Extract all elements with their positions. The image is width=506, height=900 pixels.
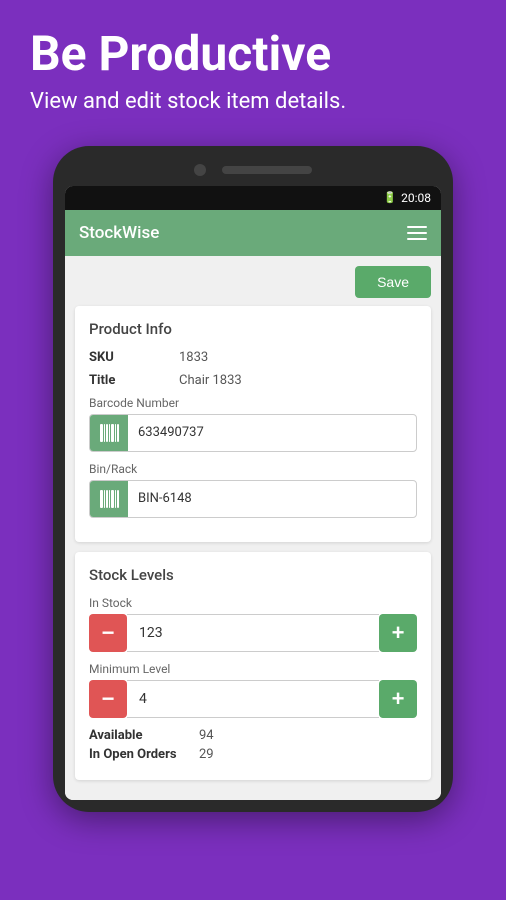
hero-section: Be Productive View and edit stock item d… <box>0 0 506 138</box>
in-stock-plus-button[interactable]: + <box>379 614 417 652</box>
sku-label: SKU <box>89 350 179 365</box>
barcode-line <box>106 490 108 508</box>
hero-title: Be Productive <box>30 28 476 81</box>
in-stock-field-group: In Stock − 123 + <box>89 596 417 652</box>
barcode-line <box>109 424 110 442</box>
product-info-title: Product Info <box>89 320 417 338</box>
barcode-line <box>115 490 116 508</box>
available-value: 94 <box>199 728 214 743</box>
barcode-icon <box>90 415 128 451</box>
barcode-visual <box>98 488 121 510</box>
phone-speaker <box>222 166 312 174</box>
barcode-value: 633490737 <box>128 425 416 440</box>
in-stock-value[interactable]: 123 <box>127 614 379 652</box>
in-stock-minus-button[interactable]: − <box>89 614 127 652</box>
sku-row: SKU 1833 <box>89 350 417 365</box>
phone-camera <box>194 164 206 176</box>
min-level-minus-button[interactable]: − <box>89 680 127 718</box>
barcode-line <box>104 490 105 508</box>
barcode-line <box>100 424 103 442</box>
hero-subtitle: View and edit stock item details. <box>30 87 476 118</box>
hamburger-menu-icon[interactable] <box>407 226 427 240</box>
open-orders-row: In Open Orders 29 <box>89 747 417 762</box>
phone-screen: 🔋 20:08 StockWise Save Product Info SKU <box>65 186 441 800</box>
screen-content: Save Product Info SKU 1833 Title Chair 1… <box>65 256 441 800</box>
hamburger-line <box>407 232 427 234</box>
product-info-card: Product Info SKU 1833 Title Chair 1833 B… <box>75 306 431 542</box>
app-title: StockWise <box>79 223 159 243</box>
title-row: Title Chair 1833 <box>89 373 417 388</box>
status-bar: 🔋 20:08 <box>65 186 441 210</box>
hamburger-line <box>407 238 427 240</box>
open-orders-label: In Open Orders <box>89 747 199 762</box>
save-row: Save <box>75 266 431 298</box>
app-bar: StockWise <box>65 210 441 256</box>
barcode-line <box>106 424 108 442</box>
stock-levels-card: Stock Levels In Stock − 123 + Minimum Le… <box>75 552 431 780</box>
min-level-input-row: − 4 + <box>89 680 417 718</box>
min-level-value[interactable]: 4 <box>127 680 379 718</box>
barcode-line <box>109 490 110 508</box>
phone-mockup: 🔋 20:08 StockWise Save Product Info SKU <box>53 146 453 812</box>
bin-input-row[interactable]: BIN-6148 <box>89 480 417 518</box>
available-label: Available <box>89 728 199 743</box>
barcode-line <box>117 424 119 442</box>
stock-levels-title: Stock Levels <box>89 566 417 584</box>
battery-icon: 🔋 <box>383 191 397 204</box>
title-value: Chair 1833 <box>179 373 242 388</box>
barcode-line <box>100 490 103 508</box>
min-level-plus-button[interactable]: + <box>379 680 417 718</box>
phone-top-bar <box>65 158 441 186</box>
available-row: Available 94 <box>89 728 417 743</box>
bin-field-group: Bin/Rack <box>89 462 417 518</box>
barcode-line <box>115 424 116 442</box>
barcode-field-group: Barcode Number <box>89 396 417 452</box>
barcode-line <box>117 490 119 508</box>
in-stock-label: In Stock <box>89 596 417 610</box>
barcode-visual <box>98 422 121 444</box>
bin-barcode-icon <box>90 481 128 517</box>
title-label: Title <box>89 373 179 388</box>
hamburger-line <box>407 226 427 228</box>
in-stock-input-row: − 123 + <box>89 614 417 652</box>
sku-value: 1833 <box>179 350 208 365</box>
bin-value: BIN-6148 <box>128 491 416 506</box>
bin-label: Bin/Rack <box>89 462 417 476</box>
barcode-line <box>104 424 105 442</box>
min-level-label: Minimum Level <box>89 662 417 676</box>
status-time: 20:08 <box>401 191 431 205</box>
open-orders-value: 29 <box>199 747 214 762</box>
save-button[interactable]: Save <box>355 266 431 298</box>
barcode-line <box>111 424 114 442</box>
barcode-line <box>111 490 114 508</box>
barcode-label: Barcode Number <box>89 396 417 410</box>
barcode-input-row[interactable]: 633490737 <box>89 414 417 452</box>
min-level-field-group: Minimum Level − 4 + <box>89 662 417 718</box>
